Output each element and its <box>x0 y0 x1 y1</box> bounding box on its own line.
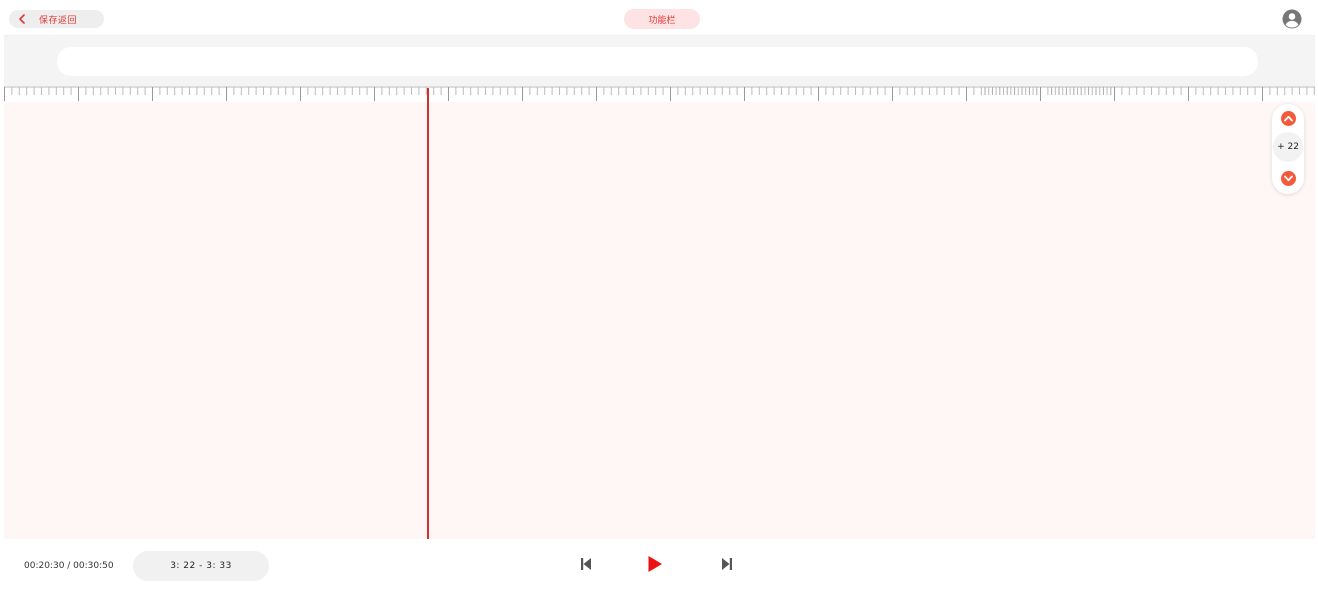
timeline-canvas[interactable] <box>4 102 1315 539</box>
skip-previous-icon[interactable] <box>576 554 596 574</box>
editor-app: 保存返回 功能栏 + 22 00:20:30 / 00:30:50 3: 22 … <box>0 0 1318 589</box>
chevron-left-icon <box>13 10 31 28</box>
ruler-ticks <box>4 86 1315 101</box>
zoom-value: + 22 <box>1273 132 1303 162</box>
search-input[interactable] <box>57 47 1258 76</box>
time-display: 00:20:30 / 00:30:50 <box>24 561 114 571</box>
save-and-back-label: 保存返回 <box>39 15 78 26</box>
playback-bar: 00:20:30 / 00:30:50 3: 22 - 3: 33 <box>4 539 1315 589</box>
function-bar-button[interactable]: 功能栏 <box>624 9 700 29</box>
play-icon[interactable] <box>645 554 665 574</box>
skip-next-icon[interactable] <box>717 554 737 574</box>
chevron-down-icon[interactable] <box>1281 171 1296 186</box>
chevron-up-icon[interactable] <box>1281 111 1296 126</box>
timeline-ruler[interactable] <box>4 86 1315 102</box>
search-band <box>4 36 1315 86</box>
top-bar: 保存返回 功能栏 <box>4 4 1315 36</box>
playhead[interactable] <box>427 88 429 539</box>
save-and-back-button[interactable]: 保存返回 <box>9 10 104 28</box>
user-circle-icon[interactable] <box>1281 8 1303 30</box>
zoom-control: + 22 <box>1272 104 1304 194</box>
range-selector[interactable]: 3: 22 - 3: 33 <box>133 551 269 581</box>
